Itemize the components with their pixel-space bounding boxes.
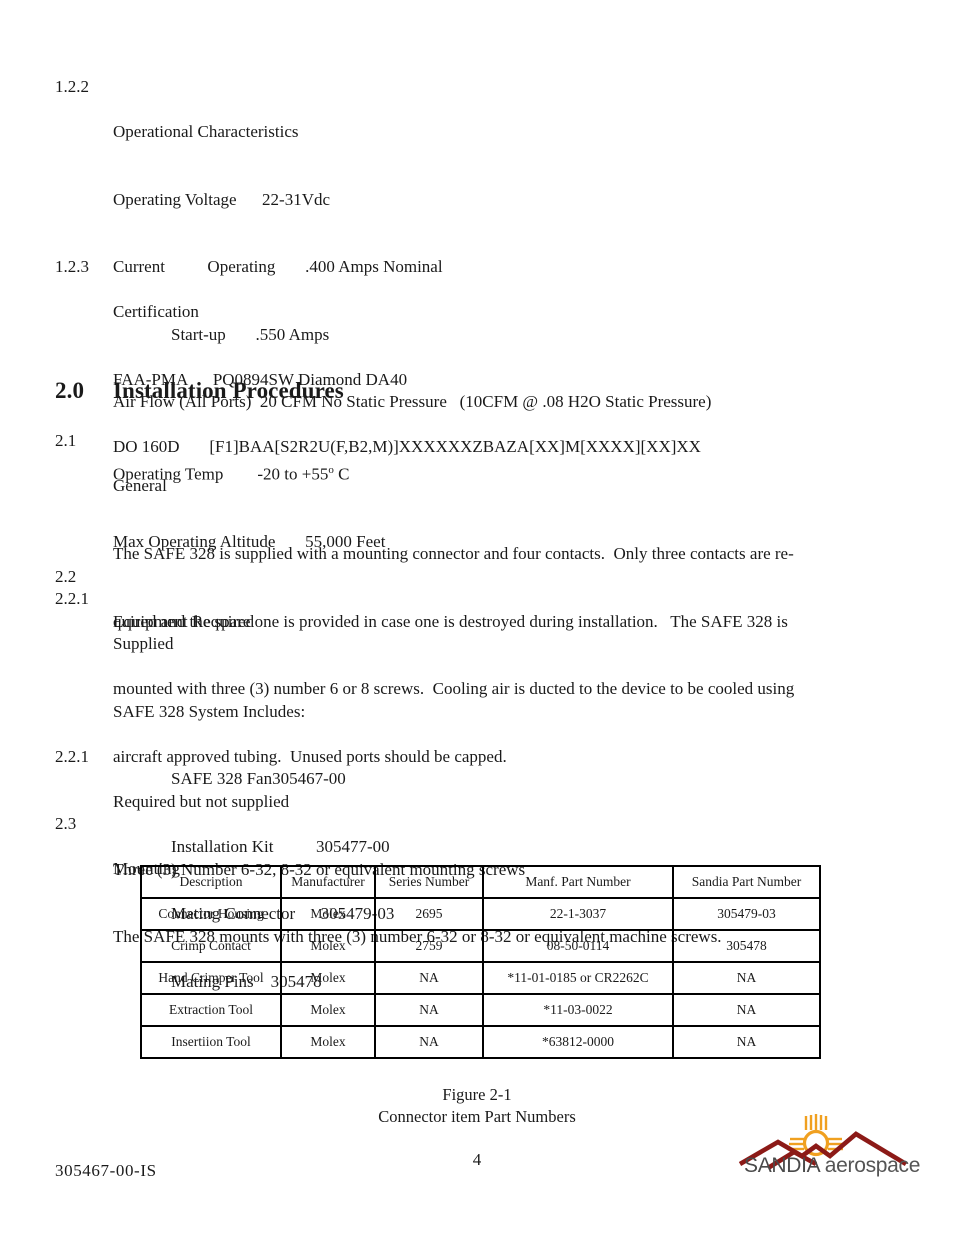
- cell-series-number: NA: [374, 961, 484, 995]
- cell-manf-part-number: 08-50-0114: [482, 929, 674, 963]
- connector-parts-table: Description Manufacturer Series Number M…: [140, 865, 821, 1059]
- cell-series-number: NA: [374, 993, 484, 1027]
- section-number: 2.1: [55, 431, 77, 450]
- logo-name-primary: SANDIA: [744, 1154, 820, 1177]
- cell-series-number: 2759: [374, 929, 484, 963]
- cell-manf-part-number: *11-01-0185 or CR2262C: [482, 961, 674, 995]
- heading-number: 2.0: [55, 378, 85, 403]
- cell-manufacturer: Molex: [280, 1025, 376, 1059]
- logo-wordmark: SANDIA aerospace: [744, 1154, 920, 1178]
- document-page: 1.2.2 Operational Characteristics Operat…: [0, 0, 954, 1235]
- section-number: 2.2.1: [55, 747, 89, 766]
- section-title: Certification: [113, 302, 199, 321]
- column-header-manufacturer: Manufacturer: [280, 865, 376, 899]
- cell-series-number: NA: [374, 1025, 484, 1059]
- section-number: 2.3: [55, 814, 77, 833]
- cell-description: Connector Housing: [140, 897, 282, 931]
- page-title: 2.0 Installation Procedures: [55, 378, 344, 404]
- cell-series-number: 2695: [374, 897, 484, 931]
- column-header-series-number: Series Number: [374, 865, 484, 899]
- table-row: Extraction Tool Molex NA *11-03-0022 NA: [140, 993, 821, 1027]
- cell-manufacturer: Molex: [280, 993, 376, 1027]
- section-title: Supplied: [113, 634, 174, 653]
- cell-description: Hand Crimper Tool: [140, 961, 282, 995]
- cell-description: Extraction Tool: [140, 993, 282, 1027]
- cell-manf-part-number: 22-1-3037: [482, 897, 674, 931]
- table-row: Crimp Contact Molex 2759 08-50-0114 3054…: [140, 929, 821, 963]
- figure-number: Figure 2-1: [442, 1085, 512, 1104]
- column-header-manf-part-number: Manf. Part Number: [482, 865, 674, 899]
- sandia-aerospace-logo: SANDIA aerospace: [738, 1112, 920, 1192]
- section-number: 2.2: [55, 567, 77, 586]
- section-title: General: [113, 476, 167, 496]
- table-header-row: Description Manufacturer Series Number M…: [140, 865, 821, 899]
- cell-manufacturer: Molex: [280, 897, 376, 931]
- cell-sandia-part-number: NA: [672, 1025, 821, 1059]
- cell-manf-part-number: *63812-0000: [482, 1025, 674, 1059]
- logo-artwork: [738, 1114, 908, 1170]
- cell-sandia-part-number: NA: [672, 993, 821, 1027]
- cell-sandia-part-number: NA: [672, 961, 821, 995]
- section-number: 1.2.2: [55, 77, 89, 96]
- column-header-description: Description: [140, 865, 282, 899]
- section-title: Operational Characteristics: [113, 122, 299, 141]
- logo-name-secondary: aerospace: [819, 1154, 921, 1177]
- section-number: 2.2.1: [55, 589, 89, 608]
- paragraph-line: The SAFE 328 is supplied with a mounting…: [113, 543, 794, 563]
- cell-manf-part-number: *11-03-0022: [482, 993, 674, 1027]
- cell-description: Insertiion Tool: [140, 1025, 282, 1059]
- cell-sandia-part-number: 305478: [672, 929, 821, 963]
- section-title: Required but not supplied: [113, 792, 290, 811]
- section-number: 1.2.3: [55, 257, 89, 276]
- table-row: Connector Housing Molex 2695 22-1-3037 3…: [140, 897, 821, 931]
- cell-sandia-part-number: 305479-03: [672, 897, 821, 931]
- cell-manufacturer: Molex: [280, 929, 376, 963]
- table-row: Hand Crimper Tool Molex NA *11-01-0185 o…: [140, 961, 821, 995]
- operating-voltage-line: Operating Voltage 22-31Vdc: [113, 189, 331, 209]
- system-includes-label: SAFE 328 System Includes:: [113, 701, 306, 721]
- heading-text: Installation Procedures: [113, 378, 344, 403]
- column-header-sandia-part-number: Sandia Part Number: [672, 865, 821, 899]
- cell-manufacturer: Molex: [280, 961, 376, 995]
- cell-description: Crimp Contact: [140, 929, 282, 963]
- table-row: Insertiion Tool Molex NA *63812-0000 NA: [140, 1025, 821, 1059]
